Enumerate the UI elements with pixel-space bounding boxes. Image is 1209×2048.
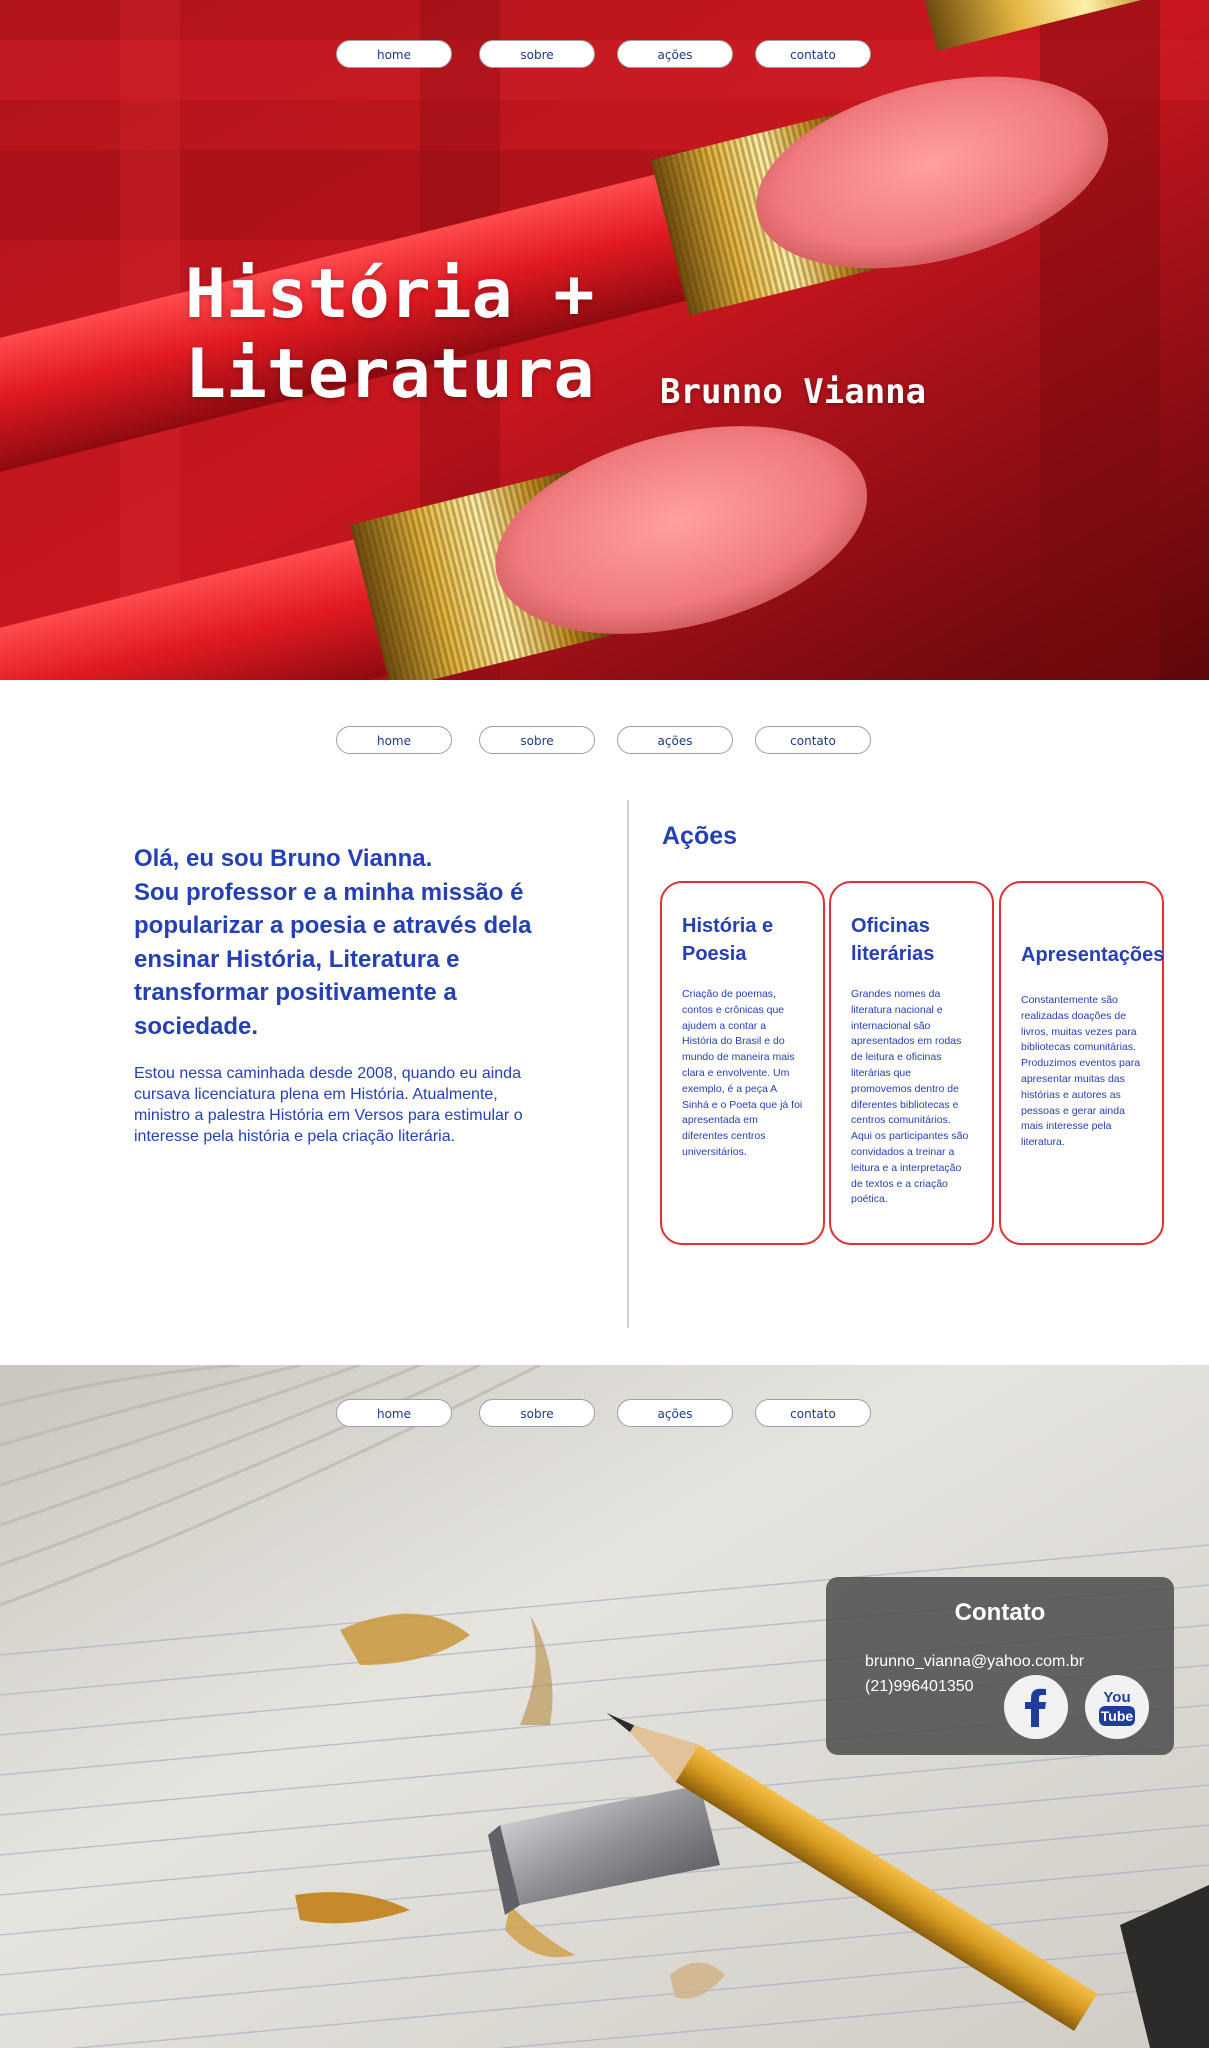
card-text: Criação de poemas, contos e crônicas que… [682,988,803,1158]
top-nav: home sobre ações contato [0,40,1209,72]
hero-author: Brunno Vianna [660,372,927,412]
nav-acoes-button[interactable]: ações [617,726,733,754]
contact-card: Contato brunno_vianna@yahoo.com.br (21)9… [826,1577,1174,1755]
contact-email[interactable]: brunno_vianna@yahoo.com.br [865,1653,1084,1671]
contact-phone: (21)996401350 [865,1678,974,1695]
about-text: Estou nessa caminhada desde 2008, quando… [134,1065,523,1145]
about-lead: Olá, eu sou Bruno Vianna. Sou professor … [134,842,564,1043]
contact-section: home sobre ações contato Contato brunno_… [0,1365,1209,2048]
youtube-icon: You Tube [1099,1689,1135,1726]
nav-home-button[interactable]: home [336,1399,452,1427]
card-text: Grandes nomes da literatura nacional e i… [851,988,969,1206]
hero-title-line2: Literatura [185,335,595,414]
card-text: Constantemente são realizadas doações de… [1021,994,1141,1149]
facebook-icon [1025,1688,1046,1727]
card-title: História e Poesia [682,915,774,965]
about-lead-line2: Sou professor e a minha missão é popular… [134,878,532,1040]
card-title: Apresentações [1021,944,1165,966]
card-title: Oficinas literárias [851,915,935,965]
nav-sobre-button[interactable]: sobre [479,726,595,754]
section-divider [627,800,629,1328]
nav-contato-button[interactable]: contato [755,1399,871,1427]
nav-contato-button[interactable]: contato [755,726,871,754]
facebook-link[interactable] [1004,1675,1068,1739]
hero-title-line1: História + [185,255,595,334]
hero-section: home sobre ações contato História + Lite… [0,0,1209,680]
nav-acoes-button[interactable]: ações [617,1399,733,1427]
nav-sobre-button[interactable]: sobre [479,1399,595,1427]
contact-nav: home sobre ações contato [0,1399,1209,1431]
about-nav: home sobre ações contato [0,726,1209,758]
about-intro: Olá, eu sou Bruno Vianna. Sou professor … [134,842,564,1147]
youtube-icon-text-tube: Tube [1101,1708,1134,1724]
acoes-title: Ações [662,822,738,850]
acao-card-oficinas: Oficinas literárias Grandes nomes da lit… [829,881,994,1245]
nav-home-button[interactable]: home [336,40,452,68]
nav-sobre-button[interactable]: sobre [479,40,595,68]
acao-card-apresentacoes: Apresentações Constantemente são realiza… [999,881,1164,1245]
about-lead-line1: Olá, eu sou Bruno Vianna. [134,845,433,872]
about-section: home sobre ações contato Olá, eu sou Bru… [0,680,1209,1365]
nav-contato-button[interactable]: contato [755,40,871,68]
acao-card-historia-poesia: História e Poesia Criação de poemas, con… [660,881,825,1245]
nav-acoes-button[interactable]: ações [617,40,733,68]
contact-title: Contato [954,1599,1046,1626]
youtube-link[interactable]: You Tube [1085,1675,1149,1739]
hero-title: História + Literatura [185,255,705,415]
youtube-icon-text-you: You [1103,1689,1130,1706]
nav-home-button[interactable]: home [336,726,452,754]
